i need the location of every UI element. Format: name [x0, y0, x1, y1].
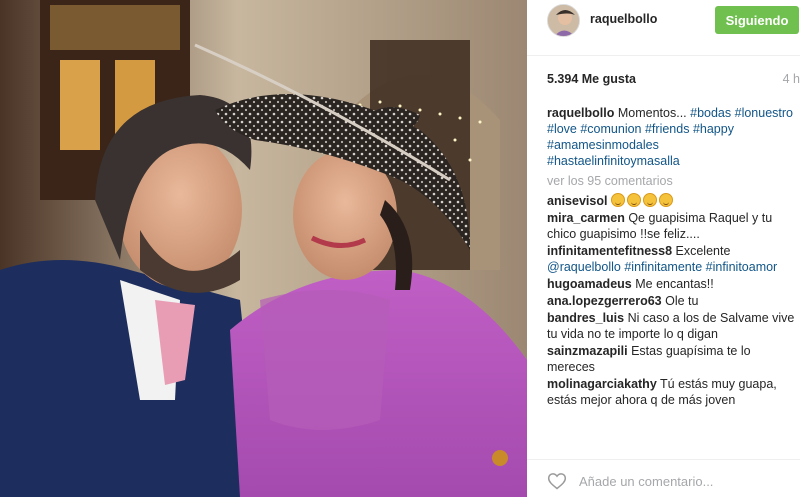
- comment-item: molinagarciakathy Tú estás muy guapa, es…: [547, 376, 795, 408]
- comment-item: bandres_luis Ni caso a los de Salvame vi…: [547, 310, 795, 342]
- comment-text: Ole tu: [665, 294, 699, 308]
- grinning-face-icon: [658, 193, 673, 207]
- photo-illustration: [0, 0, 527, 497]
- comment-text: Me encantas!!: [635, 277, 714, 291]
- comment-username[interactable]: mira_carmen: [547, 211, 625, 225]
- comment-username[interactable]: bandres_luis: [547, 311, 624, 325]
- view-more-comments[interactable]: ver los 95 comentarios: [547, 173, 795, 189]
- post-username[interactable]: raquelbollo: [590, 12, 657, 26]
- comment-footer: [527, 459, 800, 497]
- comment-hashtag[interactable]: #infinitamente: [624, 260, 702, 274]
- add-comment-input[interactable]: [579, 469, 779, 493]
- post-header: raquelbollo Siguiendo: [527, 0, 800, 56]
- comment-mention[interactable]: @raquelbollo: [547, 260, 621, 274]
- post-sidebar: raquelbollo Siguiendo 5.394 Me gusta 4 h…: [527, 0, 800, 497]
- heart-icon[interactable]: [547, 471, 567, 491]
- comment-item: ana.lopezgerrero63 Ole tu: [547, 293, 795, 309]
- caption-username[interactable]: raquelbollo: [547, 106, 614, 120]
- comment-item: infinitamentefitness8 Excelente @raquelb…: [547, 243, 795, 275]
- post-photo[interactable]: [0, 0, 527, 497]
- comment-text: Excelente: [675, 244, 731, 258]
- comment-username[interactable]: ana.lopezgerrero63: [547, 294, 662, 308]
- comment-username[interactable]: anisevisol: [547, 194, 607, 208]
- caption-hashtags[interactable]: #hastaelinfinitoymasalla: [547, 154, 680, 168]
- post-time[interactable]: 4 h: [783, 72, 800, 86]
- comment-item: hugoamadeus Me encantas!!: [547, 276, 795, 292]
- caption-text: Momentos...: [617, 106, 687, 120]
- following-button[interactable]: Siguiendo: [715, 6, 799, 34]
- avatar-image: [548, 5, 579, 36]
- likes-count[interactable]: 5.394 Me gusta: [547, 72, 636, 86]
- comment-username[interactable]: infinitamentefitness8: [547, 244, 672, 258]
- comment-username[interactable]: hugoamadeus: [547, 277, 632, 291]
- avatar[interactable]: [547, 4, 580, 37]
- comment-username[interactable]: molinagarciakathy: [547, 377, 657, 391]
- grinning-face-icon: [610, 193, 625, 207]
- caption: raquelbollo Momentos... #bodas #lonuestr…: [547, 105, 795, 169]
- comment-item: anisevisol: [547, 193, 795, 209]
- comment-username[interactable]: sainzmazapili: [547, 344, 628, 358]
- comment-hashtag[interactable]: #infinitoamor: [706, 260, 778, 274]
- comment-item: mira_carmen Qe guapisima Raquel y tu chi…: [547, 210, 795, 242]
- grinning-face-icon: [642, 193, 657, 207]
- grinning-face-icon: [626, 193, 641, 207]
- comment-item: sainzmazapili Estas guapísima te lo mere…: [547, 343, 795, 375]
- comments-list: raquelbollo Momentos... #bodas #lonuestr…: [547, 105, 795, 451]
- caption-hashtags[interactable]: #bodas: [690, 106, 731, 120]
